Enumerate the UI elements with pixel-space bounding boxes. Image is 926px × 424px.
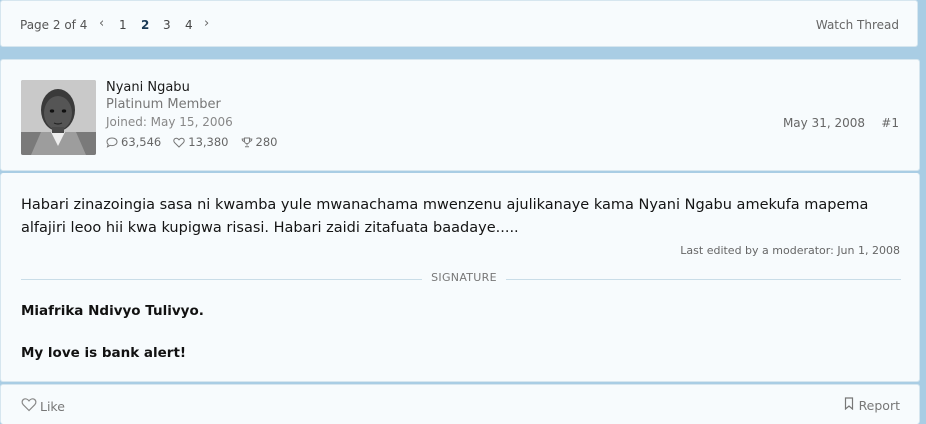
post-body: Habari zinazoingia sasa ni kwamba yule m…: [0, 173, 920, 382]
pagination-bar: Page 2 of 4 ‹ 1 2 3 4 › Watch Thread: [0, 0, 918, 47]
author-name-link[interactable]: Nyani Ngabu: [106, 80, 190, 95]
report-label: Report: [858, 397, 900, 413]
page-indicator: Page 2 of 4: [20, 18, 88, 32]
watch-thread-link[interactable]: Watch Thread: [816, 18, 899, 32]
points-count: 280: [255, 135, 278, 149]
page-link-4[interactable]: 4: [185, 18, 193, 32]
author-title: Platinum Member: [106, 97, 221, 112]
reactions-count: 13,380: [188, 135, 229, 149]
messages-count: 63,546: [121, 135, 162, 149]
author-joined: Joined: May 15, 2006: [106, 115, 233, 129]
flag-icon: [844, 397, 854, 413]
like-label: Like: [40, 398, 65, 414]
reactions-stat: 13,380: [173, 135, 229, 149]
avatar[interactable]: [21, 80, 96, 155]
post-number-link[interactable]: #1: [881, 116, 899, 130]
heart-icon: [173, 137, 185, 148]
heart-icon: [21, 397, 37, 415]
page-link-2-current[interactable]: 2: [141, 18, 149, 32]
like-button[interactable]: Like: [21, 397, 65, 415]
post-message-text: Habari zinazoingia sasa ni kwamba yule m…: [21, 197, 869, 236]
trophy-icon: [241, 137, 253, 148]
signature-label: SIGNATURE: [422, 271, 506, 284]
post-actions-bar: Like Report: [0, 384, 920, 424]
report-button[interactable]: Report: [844, 397, 900, 413]
post-user-header: Nyani Ngabu Platinum Member Joined: May …: [0, 59, 920, 171]
messages-stat: 63,546: [106, 135, 161, 149]
points-stat: 280: [241, 135, 278, 149]
page-link-3[interactable]: 3: [163, 18, 171, 32]
next-page-icon[interactable]: ›: [204, 16, 209, 31]
signature-label-wrap: SIGNATURE: [1, 271, 926, 284]
speech-bubble-icon: [106, 136, 118, 148]
post-date-link[interactable]: May 31, 2008: [783, 116, 865, 130]
signature-line-1: Miafrika Ndivyo Tulivyo.: [21, 303, 204, 319]
signature-line-2: My love is bank alert!: [21, 345, 187, 361]
author-stats: 63,546 13,380 280: [106, 135, 277, 149]
last-edited-note: Last edited by a moderator: Jun 1, 2008: [680, 244, 900, 257]
page-link-1[interactable]: 1: [119, 18, 127, 32]
prev-page-icon[interactable]: ‹: [99, 16, 104, 31]
